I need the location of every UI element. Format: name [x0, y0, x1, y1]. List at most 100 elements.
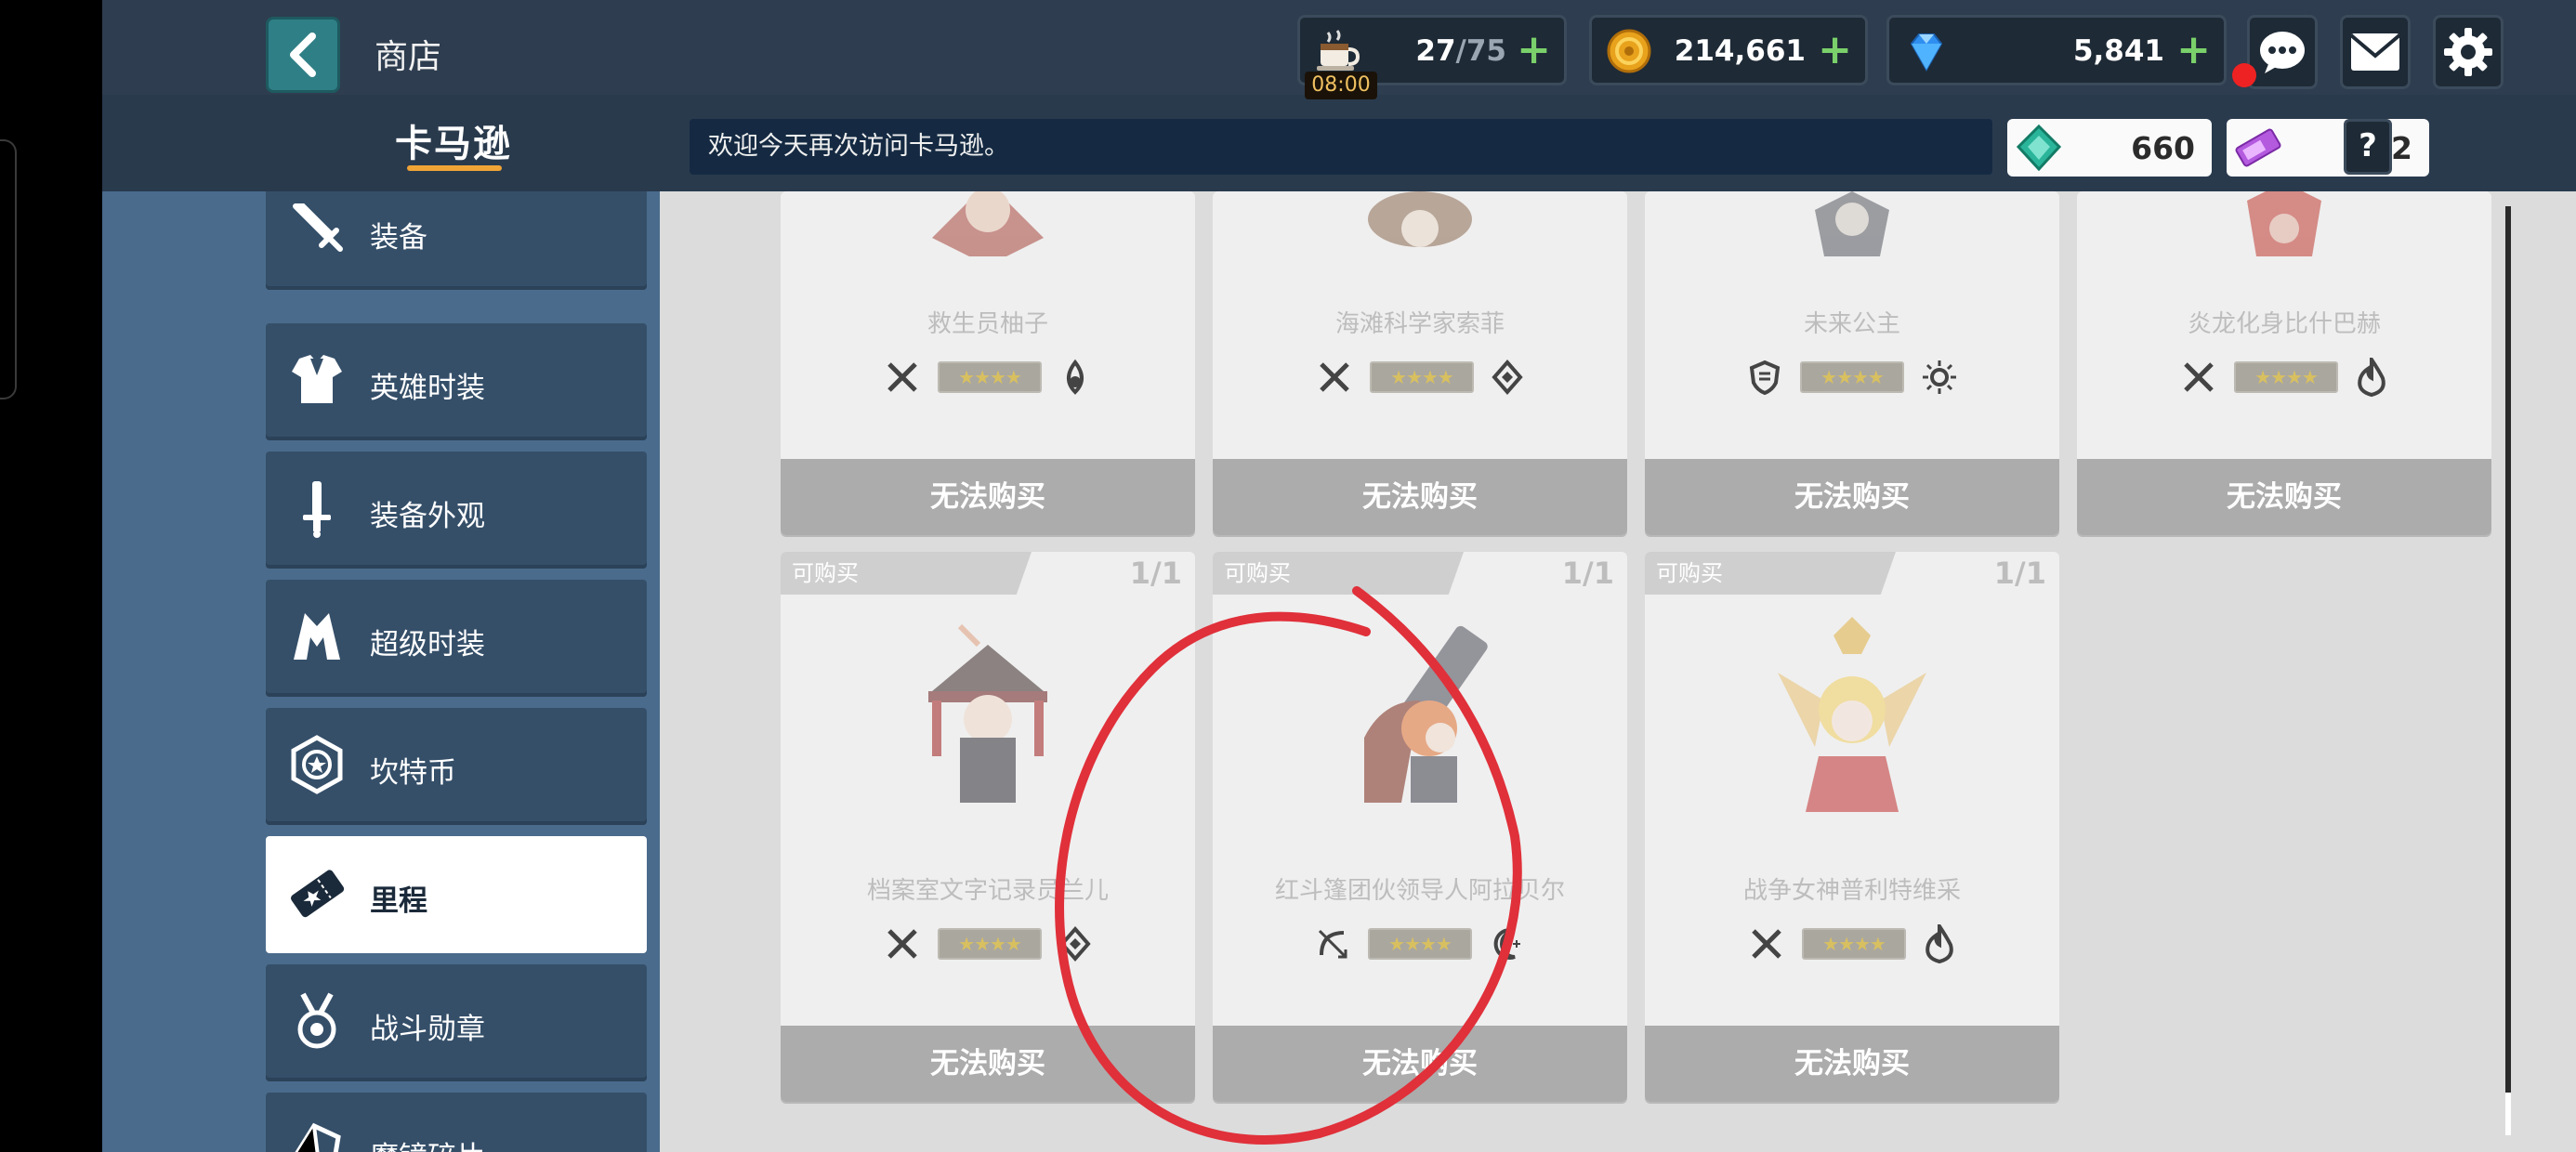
- medal-icon: [297, 992, 336, 1049]
- buy-button[interactable]: 无法购买: [2077, 459, 2491, 535]
- sidebar-item-mileage[interactable]: 里程: [266, 836, 647, 953]
- tab-kamazone[interactable]: 卡马逊: [395, 113, 512, 167]
- device-bezel: [0, 139, 17, 399]
- hero-sprite: [928, 623, 1047, 803]
- gem-value: 5,841: [2072, 34, 2164, 68]
- chat-button[interactable]: [2247, 15, 2318, 89]
- stamina-max: /75: [1455, 34, 1506, 68]
- hero-name: 救生员柚子: [927, 310, 1048, 338]
- sword-icon: [1752, 929, 1781, 959]
- blue-gem-icon: [1910, 33, 1943, 72]
- earth-diamond-icon: [1059, 925, 1091, 962]
- mileage-ticket-icon: [290, 870, 345, 918]
- settings-button[interactable]: [2433, 15, 2504, 89]
- buy-button[interactable]: 无法购买: [781, 1026, 1195, 1102]
- fire-icon: [1925, 924, 1953, 963]
- help-button[interactable]: ?: [2344, 119, 2392, 175]
- costume-icon: [292, 355, 342, 403]
- sword-icon: [1320, 362, 1349, 392]
- mirror-shard-icon: [295, 1122, 341, 1152]
- hero-stats: ★★★★: [1645, 923, 2059, 964]
- product-card[interactable]: 可购买 1/1 战争女神普利特维采 ★★★★ 无法购买: [1645, 552, 2059, 1102]
- sword-icon: [887, 362, 917, 392]
- hero-name: 战争女神普利特维采: [1742, 877, 1961, 905]
- sidebar-item-equipment-skin[interactable]: 装备外观: [266, 452, 647, 569]
- add-gem-button[interactable]: +: [2176, 27, 2211, 73]
- fire-icon: [2358, 358, 2385, 397]
- add-stamina-button[interactable]: +: [1517, 27, 1551, 73]
- page-title: 商店: [375, 38, 442, 76]
- gear-icon: [2444, 28, 2492, 76]
- gold-counter[interactable]: 214,661 +: [1589, 15, 1868, 85]
- light-sun-icon: [1923, 360, 1956, 394]
- sidebar-item-battle-medal[interactable]: 战斗勋章: [266, 964, 647, 1081]
- moon-icon: [1493, 928, 1520, 960]
- scrollbar-track[interactable]: [2505, 206, 2511, 1135]
- add-gold-button[interactable]: +: [1818, 27, 1852, 73]
- mail-button[interactable]: [2340, 15, 2411, 89]
- buy-button[interactable]: 无法购买: [1213, 459, 1627, 535]
- product-grid: 救生员柚子 ★★★★ 无法购买 海滩科学家索菲 ★★★★ 无法购买 未来公主 ★…: [660, 191, 2576, 1152]
- product-card[interactable]: 可购买 1/1 红斗篷团伙领导人阿拉贝尔 ★★★★ 无法购买: [1213, 552, 1627, 1102]
- hero-name: 炎龙化身比什巴赫: [2187, 310, 2381, 338]
- hero-name: 红斗篷团伙领导人阿拉贝尔: [1274, 877, 1565, 905]
- product-card[interactable]: 可购买 1/1 档案室文字记录员兰儿 ★★★★ 无法购买: [781, 552, 1195, 1102]
- sidebar-item-label: 英雄时装: [370, 372, 485, 405]
- hero-stats: ★★★★: [1645, 357, 2059, 398]
- buy-button[interactable]: 无法购买: [781, 459, 1195, 535]
- stamina-current: 27: [1415, 34, 1456, 68]
- sidebar-item-hero-costume[interactable]: 英雄时装: [266, 323, 647, 440]
- sidebar-item-kanterbury-coin[interactable]: 坎特币: [266, 708, 647, 825]
- product-card[interactable]: 海滩科学家索菲 ★★★★ 无法购买: [1213, 191, 1627, 535]
- star-rating: ★★★★: [1802, 928, 1906, 960]
- shield-icon: [1749, 360, 1781, 396]
- chevron-left-icon: [290, 33, 316, 77]
- hero-stats: ★★★★: [1213, 923, 1627, 964]
- sword-icon: [2184, 362, 2214, 392]
- game-app: 商店 卡马逊 欢迎今天再次访问卡马逊。 27/75 + 08:00 214,66…: [102, 0, 2576, 1152]
- product-card[interactable]: 救生员柚子 ★★★★ 无法购买: [781, 191, 1195, 535]
- gold-coin-icon: [1607, 29, 1651, 73]
- sidebar-item-super-costume[interactable]: 超级时装: [266, 580, 647, 697]
- purchase-limit: 1/1: [1129, 556, 1182, 591]
- hero-sprite: [1778, 617, 1926, 812]
- hero-stats: ★★★★: [781, 923, 1195, 964]
- sidebar-item-label: 装备: [370, 221, 427, 255]
- sword-icon: [293, 203, 343, 252]
- hero-sprite: [932, 191, 1044, 256]
- tab-underline: [407, 165, 502, 171]
- purchasable-badge: 可购买: [781, 552, 1032, 595]
- hero-name: 海滩科学家索菲: [1334, 310, 1505, 338]
- hero-stats: ★★★★: [781, 357, 1195, 398]
- buy-button[interactable]: 无法购买: [1645, 1026, 2059, 1102]
- purchasable-badge: 可购买: [1213, 552, 1464, 595]
- sword-skin-icon: [303, 481, 331, 538]
- hero-name: 档案室文字记录员兰儿: [866, 877, 1109, 905]
- gem-counter[interactable]: 5,841 +: [1886, 15, 2227, 85]
- coffee-cup-icon: [1317, 30, 1360, 71]
- stamina-timer: 08:00: [1305, 72, 1377, 99]
- buy-button[interactable]: 无法购买: [1213, 1026, 1627, 1102]
- purchasable-badge: 可购买: [1645, 552, 1896, 595]
- sidebar-item-mirror-shard[interactable]: 魔镜碎片: [266, 1093, 647, 1152]
- sidebar-item-label: 坎特币: [370, 756, 456, 790]
- chat-icon: [2260, 32, 2305, 73]
- hero-sprite: [1815, 191, 1889, 256]
- kanterbury-coin-icon: [291, 735, 343, 794]
- back-button[interactable]: [266, 17, 340, 93]
- sword-icon: [887, 929, 917, 959]
- star-rating: ★★★★: [2234, 361, 2338, 393]
- buy-button[interactable]: 无法购买: [1645, 459, 2059, 535]
- star-rating: ★★★★: [1368, 928, 1472, 960]
- star-rating: ★★★★: [1370, 361, 1474, 393]
- star-rating: ★★★★: [938, 361, 1042, 393]
- mail-icon: [2349, 33, 2401, 71]
- product-card[interactable]: 炎龙化身比什巴赫 ★★★★ 无法购买: [2077, 191, 2491, 535]
- sidebar-item-equipment[interactable]: 装备: [266, 191, 647, 290]
- sidebar-item-label: 里程: [370, 884, 427, 918]
- scrollbar-thumb[interactable]: [2505, 1093, 2511, 1135]
- product-card[interactable]: 未来公主 ★★★★ 无法购买: [1645, 191, 2059, 535]
- dark-drop-icon: [1067, 359, 1084, 395]
- star-rating: ★★★★: [1800, 361, 1904, 393]
- green-crystal-icon: [2016, 124, 2062, 171]
